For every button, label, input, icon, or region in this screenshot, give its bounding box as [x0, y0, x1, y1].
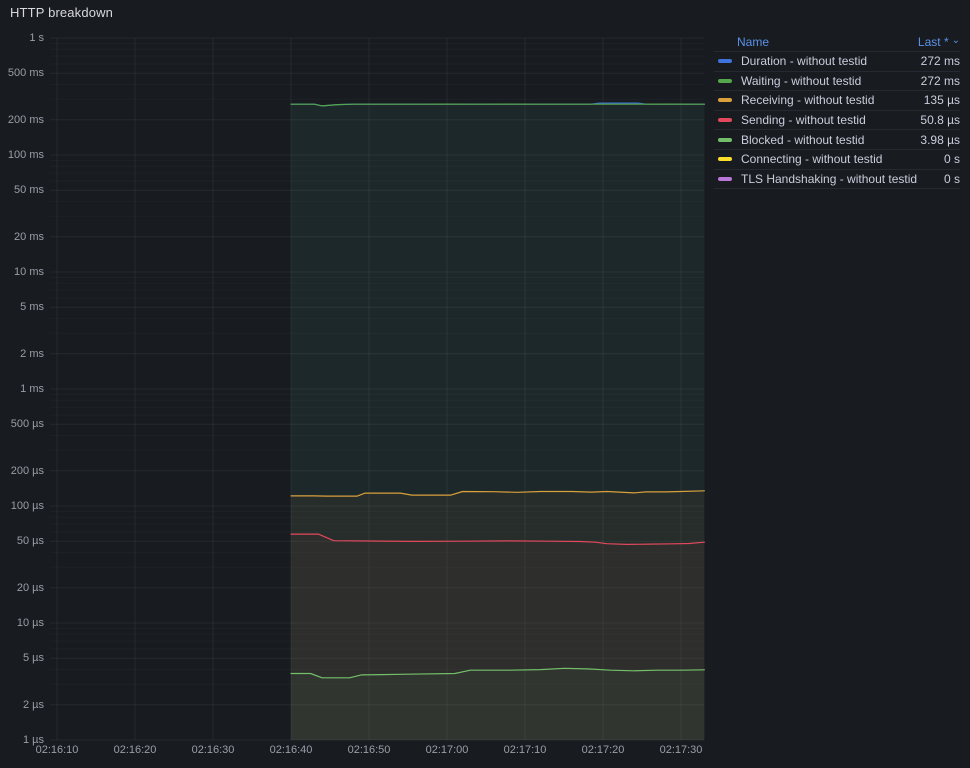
- legend-last-value: 3.98 µs: [920, 132, 960, 147]
- legend-table: Name Last * ⌄ Duration - without testid 2…: [714, 32, 960, 190]
- y-tick-label: 100 µs: [10, 500, 44, 512]
- x-tick-label: 02:17:20: [581, 744, 625, 756]
- legend-row[interactable]: Receiving - without testid 135 µs: [714, 91, 960, 111]
- y-tick-label: 20 ms: [14, 230, 44, 243]
- y-tick-label: 2 ms: [20, 347, 44, 360]
- legend-series-name[interactable]: TLS Handshaking - without testid: [741, 172, 944, 186]
- series-color-marker-icon: [718, 137, 732, 142]
- y-tick-label: 5 µs: [22, 652, 44, 665]
- y-tick-label: 5 ms: [20, 301, 44, 314]
- x-tick-label: 02:16:20: [113, 744, 157, 756]
- series-color-marker-icon: [718, 78, 732, 83]
- legend-series-name[interactable]: Sending - without testid: [741, 113, 920, 127]
- x-tick-label: 02:16:30: [191, 744, 235, 756]
- chevron-down-icon: ⌄: [951, 34, 960, 46]
- legend-sort-last-label: Last *: [917, 34, 949, 49]
- y-tick-label: 10 ms: [14, 266, 44, 278]
- y-tick-label: 50 µs: [16, 535, 44, 548]
- legend-row[interactable]: TLS Handshaking - without testid 0 s: [714, 170, 960, 190]
- y-tick-label: 500 ms: [7, 67, 44, 80]
- y-tick-label: 50 ms: [14, 184, 44, 197]
- y-tick-label: 1 s: [29, 32, 44, 44]
- y-tick-label: 100 ms: [7, 149, 44, 161]
- x-tick-label: 02:16:50: [347, 744, 391, 756]
- series-color-marker-icon: [718, 118, 732, 123]
- y-tick-label: 2 µs: [22, 698, 44, 711]
- legend-series-name[interactable]: Connecting - without testid: [741, 152, 944, 166]
- legend-series-name[interactable]: Blocked - without testid: [741, 133, 920, 147]
- legend-row[interactable]: Blocked - without testid 3.98 µs: [714, 130, 960, 150]
- x-tick-label: 02:16:40: [269, 744, 313, 756]
- legend-row[interactable]: Connecting - without testid 0 s: [714, 150, 960, 170]
- legend-last-value: 272 ms: [920, 54, 960, 69]
- x-tick-label: 02:17:00: [425, 744, 469, 756]
- y-tick-label: 1 ms: [20, 383, 44, 395]
- y-tick-label: 200 ms: [7, 113, 44, 126]
- legend-row[interactable]: Sending - without testid 50.8 µs: [714, 111, 960, 131]
- grafana-panel: HTTP breakdown 1 s 500 ms 200 ms 100 ms 50 m…: [0, 0, 970, 768]
- legend-last-value: 135 µs: [923, 93, 960, 108]
- legend-last-value: 0 s: [943, 152, 960, 167]
- legend-last-value: 50.8 µs: [920, 113, 960, 128]
- x-tick-label: 02:17:30: [659, 744, 703, 756]
- series-color-marker-icon: [718, 59, 732, 64]
- x-tick-label: 02:16:10: [35, 744, 79, 756]
- series-color-marker-icon: [718, 176, 732, 181]
- legend-series-name[interactable]: Duration - without testid: [741, 54, 921, 68]
- series-fill-blocked: [291, 668, 705, 740]
- y-tick-label: 10 µs: [16, 617, 44, 629]
- legend-series-name[interactable]: Receiving - without testid: [741, 93, 924, 107]
- y-tick-label: 200 µs: [10, 464, 44, 477]
- legend-header: Name Last * ⌄: [714, 32, 960, 52]
- x-tick-label: 02:17:10: [503, 744, 547, 756]
- legend-row[interactable]: Duration - without testid 272 ms: [714, 52, 960, 72]
- legend-rows: Duration - without testid 272 ms Waiting -…: [714, 52, 960, 190]
- legend-last-value: 0 s: [943, 171, 960, 186]
- y-tick-label: 500 µs: [10, 418, 44, 431]
- legend-row[interactable]: Waiting - without testid 272 ms: [714, 72, 960, 92]
- series-color-marker-icon: [718, 98, 732, 103]
- legend-series-name[interactable]: Waiting - without testid: [741, 74, 921, 88]
- legend-sort-name[interactable]: Name: [737, 35, 769, 49]
- legend-sort-last[interactable]: Last * ⌄: [918, 35, 960, 49]
- y-tick-label: 20 µs: [16, 581, 44, 594]
- series-color-marker-icon: [718, 157, 732, 162]
- legend-last-value: 272 ms: [920, 73, 960, 88]
